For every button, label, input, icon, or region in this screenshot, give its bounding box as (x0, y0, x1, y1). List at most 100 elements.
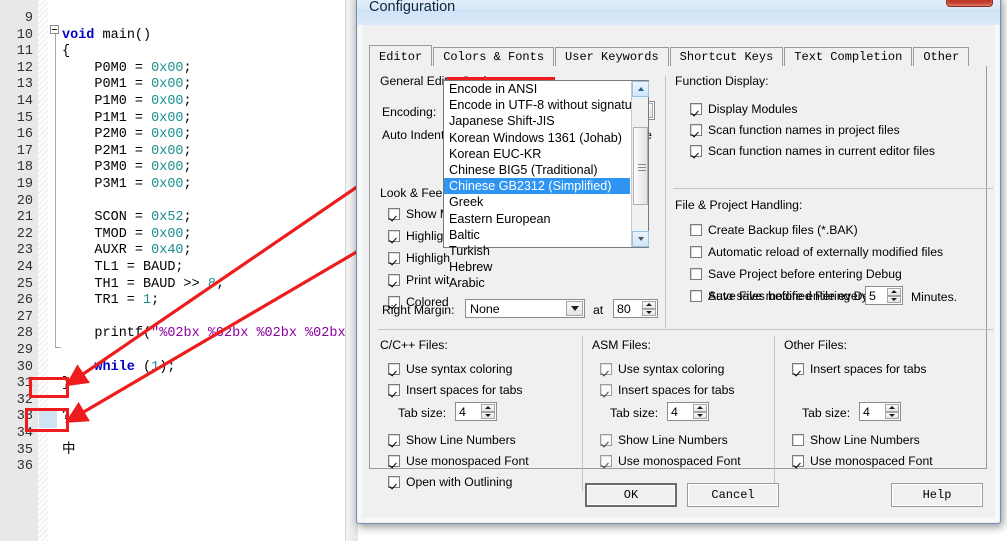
stepper-down-icon[interactable] (693, 411, 707, 419)
tab-bar[interactable]: Editor Colors & Fonts User Keywords Shortcu… (369, 45, 970, 69)
c-files-option-bottom-1[interactable]: Show Line Numbers (388, 433, 516, 447)
encoding-option-4[interactable]: Korean Windows 1361 (Johab) (444, 130, 630, 146)
encoding-option-6[interactable]: Chinese BIG5 (Traditional) (444, 162, 630, 178)
checkbox[interactable] (388, 363, 400, 375)
checkbox[interactable] (388, 274, 400, 286)
c-files-tab-size-stepper[interactable]: 4 (455, 402, 497, 421)
function-display-option-2[interactable]: Scan function names in project files (690, 123, 900, 137)
checkbox[interactable] (388, 455, 400, 467)
encoding-option-1[interactable]: Encode in ANSI (444, 81, 630, 97)
encoding-option-5[interactable]: Korean EUC-KR (444, 146, 630, 162)
stepper-buttons[interactable] (693, 404, 707, 419)
tab-text-completion[interactable]: Text Completion (784, 47, 913, 67)
encoding-option-7[interactable]: Chinese GB2312 (Simplified) (444, 178, 630, 195)
checkbox[interactable] (600, 434, 612, 446)
stepper-up-icon[interactable] (693, 404, 707, 412)
close-icon[interactable]: ✕ (946, 0, 993, 7)
tab-other[interactable]: Other (913, 47, 970, 67)
help-button[interactable]: Help (891, 483, 983, 507)
checkbox[interactable] (690, 145, 702, 157)
function-display-option-1[interactable]: Display Modules (690, 102, 797, 116)
checkbox[interactable] (690, 124, 702, 136)
checkbox-label: Print wit (406, 273, 450, 287)
cancel-button[interactable]: Cancel (687, 483, 779, 507)
stepper-down-icon[interactable] (642, 308, 656, 316)
autosave-checkbox[interactable] (690, 290, 702, 302)
file-project-option-3[interactable]: Save Project before entering Debug (690, 267, 902, 281)
look-and-feel-option-1[interactable]: Show M (388, 207, 450, 221)
scrollbar-thumb[interactable] (633, 127, 648, 205)
encoding-option-9[interactable]: Eastern European (444, 211, 630, 227)
tab-user-keywords[interactable]: User Keywords (555, 47, 669, 67)
checkbox[interactable] (690, 103, 702, 115)
c-files-option-bottom-3[interactable]: Open with Outlining (388, 475, 512, 489)
file-project-option-2[interactable]: Automatic reload of externally modified … (690, 245, 943, 259)
chevron-down-icon[interactable] (566, 301, 583, 316)
stepper-buttons[interactable] (887, 288, 901, 303)
encoding-dropdown-list[interactable]: Encode in ANSI Encode in UTF-8 without si… (443, 80, 649, 290)
encoding-option-3[interactable]: Japanese Shift-JIS (444, 113, 630, 129)
checkbox[interactable] (690, 268, 702, 280)
checkbox[interactable] (388, 434, 400, 446)
stepper-down-icon[interactable] (481, 411, 495, 419)
scroll-up-icon[interactable] (632, 81, 649, 97)
asm-files-option-bottom-1[interactable]: Show Line Numbers (600, 433, 728, 447)
checkbox[interactable] (792, 434, 804, 446)
other-files-option-bottom-1[interactable]: Show Line Numbers (792, 433, 920, 447)
checkbox[interactable] (388, 208, 400, 220)
encoding-option-8[interactable]: Greek (444, 194, 630, 210)
stepper-up-icon[interactable] (887, 288, 901, 296)
stepper-buttons[interactable] (642, 301, 656, 316)
c-files-option-top-1[interactable]: Use syntax coloring (388, 362, 512, 376)
encoding-option-10[interactable]: Baltic (444, 227, 630, 243)
stepper-down-icon[interactable] (887, 295, 901, 303)
right-margin-combobox[interactable]: None (465, 299, 585, 318)
autosave-row[interactable]: Auto save modified File every (690, 289, 868, 303)
stepper-up-icon[interactable] (885, 404, 899, 412)
checkbox[interactable] (792, 363, 804, 375)
asm-files-tab-size-stepper[interactable]: 4 (667, 402, 709, 421)
dialog-titlebar[interactable]: Configuration ✕ (357, 0, 1000, 25)
checkbox[interactable] (388, 476, 400, 488)
tab-colors-fonts[interactable]: Colors & Fonts (433, 47, 555, 67)
other-files-option-top-1[interactable]: Insert spaces for tabs (792, 362, 927, 376)
stepper-down-icon[interactable] (885, 411, 899, 419)
checkbox[interactable] (388, 230, 400, 242)
encoding-option-2[interactable]: Encode in UTF-8 without signature (444, 97, 643, 113)
encoding-option-13[interactable]: Arabic (444, 275, 630, 291)
checkbox[interactable] (690, 224, 702, 236)
look-and-feel-option-3[interactable]: Highligh (388, 251, 450, 265)
scroll-down-icon[interactable] (632, 231, 649, 247)
other-files-option-bottom-2[interactable]: Use monospaced Font (792, 454, 933, 468)
autosave-minutes-stepper[interactable]: 5 (865, 286, 903, 305)
other-files-tab-size-stepper[interactable]: 4 (859, 402, 901, 421)
function-display-option-3[interactable]: Scan function names in current editor fi… (690, 144, 935, 158)
c-files-option-bottom-2[interactable]: Use monospaced Font (388, 454, 529, 468)
dropdown-scrollbar[interactable] (631, 81, 649, 247)
stepper-buttons[interactable] (885, 404, 899, 419)
stepper-up-icon[interactable] (642, 301, 656, 309)
encoding-option-12[interactable]: Hebrew (444, 259, 630, 275)
checkbox[interactable] (388, 252, 400, 264)
look-and-feel-option-4[interactable]: Print wit (388, 273, 449, 287)
c-files-option-top-2[interactable]: Insert spaces for tabs (388, 383, 523, 397)
asm-files-option-top-2[interactable]: Insert spaces for tabs (600, 383, 735, 397)
look-and-feel-option-2[interactable]: Highligh (388, 229, 450, 243)
encoding-option-11[interactable]: Turkish (444, 243, 630, 259)
file-project-option-1[interactable]: Create Backup files (*.BAK) (690, 223, 858, 237)
checkbox[interactable] (388, 384, 400, 396)
asm-files-option-bottom-2[interactable]: Use monospaced Font (600, 454, 741, 468)
right-margin-column-stepper[interactable]: 80 (613, 299, 658, 318)
asm-files-option-top-1[interactable]: Use syntax coloring (600, 362, 724, 376)
checkbox[interactable] (600, 455, 612, 467)
ok-button[interactable]: OK (585, 483, 677, 507)
encoding-dropdown-items[interactable]: Encode in ANSI Encode in UTF-8 without si… (444, 81, 643, 291)
stepper-up-icon[interactable] (481, 404, 495, 412)
stepper-buttons[interactable] (481, 404, 495, 419)
checkbox[interactable] (792, 455, 804, 467)
checkbox[interactable] (600, 384, 612, 396)
checkbox-label: Use monospaced Font (406, 454, 529, 468)
checkbox[interactable] (600, 363, 612, 375)
checkbox[interactable] (690, 246, 702, 258)
tab-shortcut-keys[interactable]: Shortcut Keys (669, 47, 784, 67)
